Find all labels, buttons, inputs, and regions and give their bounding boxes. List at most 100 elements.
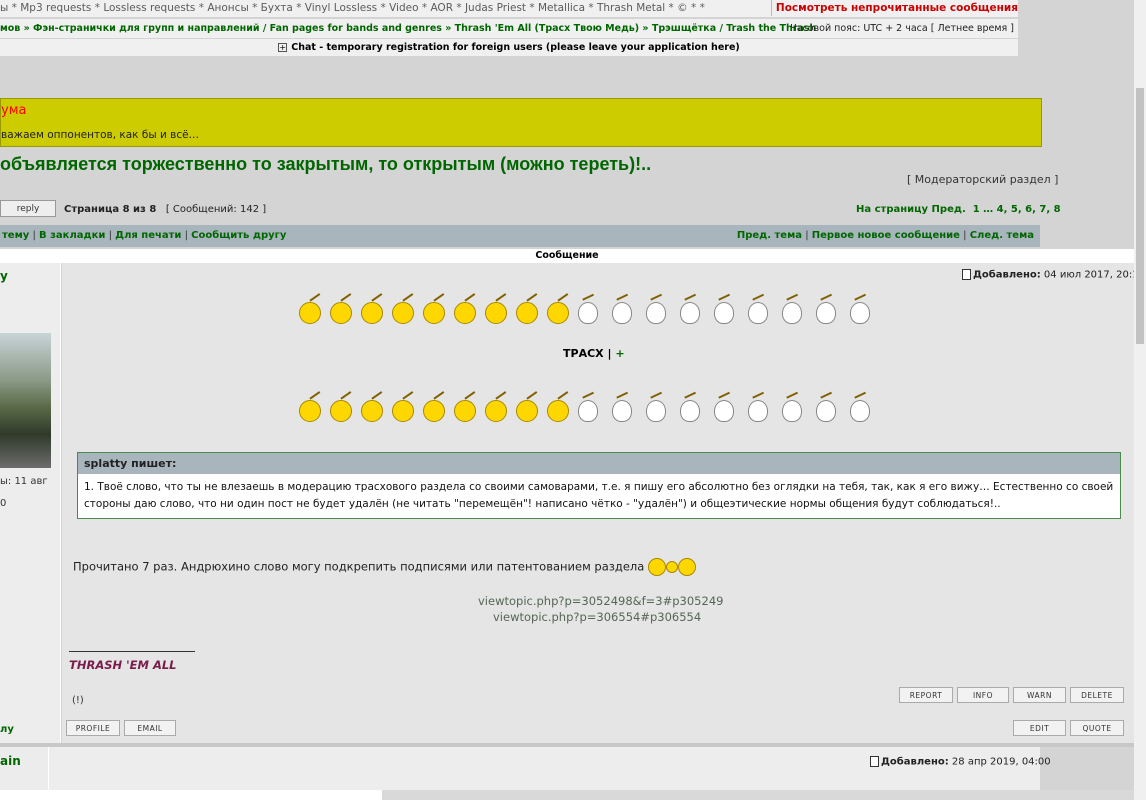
moderator-section-link[interactable]: [ Модераторский раздел ] <box>907 173 1058 186</box>
info-button[interactable]: INFO <box>957 687 1009 703</box>
author-bottom-label: лу <box>0 724 14 735</box>
smiley-icon <box>677 558 696 576</box>
reply-button[interactable]: reply <box>0 200 56 217</box>
headbang-smiley-icon <box>330 400 352 422</box>
smiley-row-bottom <box>299 400 899 430</box>
headbang-smiley-icon <box>547 400 569 422</box>
headbang-smiley-icon <box>547 302 569 324</box>
old-man-smiley-icon <box>850 400 870 422</box>
bottom-blank <box>0 790 382 800</box>
separator: * <box>91 2 104 14</box>
nav-link[interactable]: Video <box>389 2 418 14</box>
separator: * <box>526 2 538 14</box>
nav-link[interactable]: Lossless requests <box>103 2 195 14</box>
delete-button[interactable]: DELETE <box>1070 687 1124 703</box>
headbang-smiley-icon <box>516 302 538 324</box>
headbang-smiley-icon <box>392 302 414 324</box>
quote-header: splatty пишет: <box>78 453 1120 474</box>
quote-button[interactable]: QUOTE <box>1070 720 1124 736</box>
old-man-smiley-icon <box>782 302 802 324</box>
post-2-author[interactable]: ain <box>0 754 21 768</box>
nav-link[interactable]: © <box>677 2 688 14</box>
old-man-smiley-icon <box>680 400 700 422</box>
page-link[interactable]: 8 <box>1054 204 1061 215</box>
topic-nav-link[interactable]: Пред. тема <box>737 230 802 241</box>
old-man-smiley-icon <box>646 400 666 422</box>
topic-action-link[interactable]: тему <box>2 230 29 241</box>
separator: | <box>959 230 970 241</box>
page-link[interactable]: 7, <box>1039 204 1050 215</box>
old-man-smiley-icon <box>612 400 632 422</box>
edit-button[interactable]: EDIT <box>1013 720 1066 736</box>
expand-plus-icon[interactable]: + <box>278 43 288 52</box>
separator: * <box>665 2 678 14</box>
old-man-smiley-icon <box>714 302 734 324</box>
topic-title[interactable]: объявляется торжественно то закрытым, то… <box>0 154 651 175</box>
page-link[interactable]: 1 <box>973 204 980 215</box>
announcement-title: ума <box>1 103 27 118</box>
nav-link[interactable]: Vinyl Lossless <box>305 2 377 14</box>
headbang-smiley-icon <box>423 302 445 324</box>
topic-nav-link[interactable]: Первое новое сообщение <box>812 230 960 241</box>
report-button[interactable]: REPORT <box>899 687 953 703</box>
vertical-scrollbar-thumb[interactable] <box>1136 88 1144 344</box>
pagination-label[interactable]: На страницу Пред. <box>856 204 966 215</box>
topic-link-1[interactable]: viewtopic.php?p=3052498&f=3#p305249 <box>478 594 723 608</box>
signature-divider <box>69 651 195 652</box>
nav-link[interactable]: Metallica <box>538 2 585 14</box>
horizontal-scrollbar[interactable] <box>382 790 1134 800</box>
topic-nav-link[interactable]: След. тема <box>970 230 1034 241</box>
email-button[interactable]: EMAIL <box>124 720 176 736</box>
topic-actions-right: Пред. тема | Первое новое сообщение | Сл… <box>737 225 1034 247</box>
report-marker[interactable]: (!) <box>72 695 84 706</box>
warn-button[interactable]: WARN <box>1013 687 1066 703</box>
nav-link[interactable]: AOR <box>430 2 453 14</box>
page-link[interactable]: … <box>983 204 993 215</box>
headbang-smiley-icon <box>454 400 476 422</box>
post-author[interactable]: у <box>0 269 8 283</box>
nav-link[interactable]: Анонсы <box>207 2 248 14</box>
page-number-label: Страница 8 из 8 <box>64 204 157 215</box>
separator: * <box>377 2 390 14</box>
headbang-smiley-icon <box>361 302 383 324</box>
post-text: Прочитано 7 раз. Андрюхино слово могу по… <box>73 558 696 576</box>
headbang-smiley-icon <box>485 400 507 422</box>
post-document-icon[interactable] <box>870 756 879 767</box>
page-link[interactable]: 5, <box>1011 204 1022 215</box>
post-date-value: 04 июл 2017, 20:19 <box>1043 269 1145 281</box>
post-2-date-value: 28 апр 2019, 04:00 <box>951 756 1051 768</box>
nav-link[interactable]: Mp3 requests <box>20 2 91 14</box>
pagination-pages: 1 … 4, 5, 6, 7, 8 <box>973 204 1061 215</box>
page-link[interactable]: 6, <box>1025 204 1036 215</box>
nav-link[interactable]: Thrash Metal <box>597 2 665 14</box>
topic-action-link[interactable]: Для печати <box>115 230 181 241</box>
separator: * <box>418 2 431 14</box>
pagination: На страницу Пред. 1 … 4, 5, 6, 7, 8 <box>856 204 1061 215</box>
headbang-smiley-icon <box>392 400 414 422</box>
author-post-count: 0 <box>0 498 7 509</box>
page-link[interactable]: 4, <box>997 204 1008 215</box>
smiley-row-top <box>299 302 899 332</box>
topic-link-2[interactable]: viewtopic.php?p=306554#p306554 <box>493 610 701 624</box>
separator: * <box>8 2 21 14</box>
breadcrumb: мов » Фэн-странички для групп и направле… <box>0 19 1018 38</box>
chat-row: + Chat - temporary registration for forei… <box>0 39 1018 56</box>
topic-action-link[interactable]: Сообщить другу <box>191 230 286 241</box>
topic-actions-bar: тему | В закладки | Для печати | Сообщит… <box>0 225 1040 247</box>
nav-link[interactable]: Бухта <box>261 2 293 14</box>
smiley-icon <box>647 558 666 576</box>
nav-link[interactable]: * <box>700 2 705 14</box>
breadcrumb-path[interactable]: мов » Фэн-странички для групп и направле… <box>0 23 816 34</box>
profile-button[interactable]: PROFILE <box>66 720 120 736</box>
post-document-icon[interactable] <box>962 269 971 280</box>
chat-link[interactable]: Chat - temporary registration for foreig… <box>291 42 740 53</box>
post-center-text: ТРАСХ | + <box>563 347 625 360</box>
topic-action-link[interactable]: В закладки <box>39 230 105 241</box>
trash-plus-link[interactable]: + <box>615 347 624 360</box>
signature: THRASH 'EM ALL <box>69 658 177 672</box>
nav-link[interactable]: Judas Priest <box>465 2 526 14</box>
unread-messages-link[interactable]: Посмотреть непрочитанные сообщения <box>770 0 1018 16</box>
read-count-text: Прочитано 7 раз. Андрюхино слово могу по… <box>73 559 645 574</box>
separator: * <box>687 2 700 14</box>
headbang-smiley-icon <box>516 400 538 422</box>
